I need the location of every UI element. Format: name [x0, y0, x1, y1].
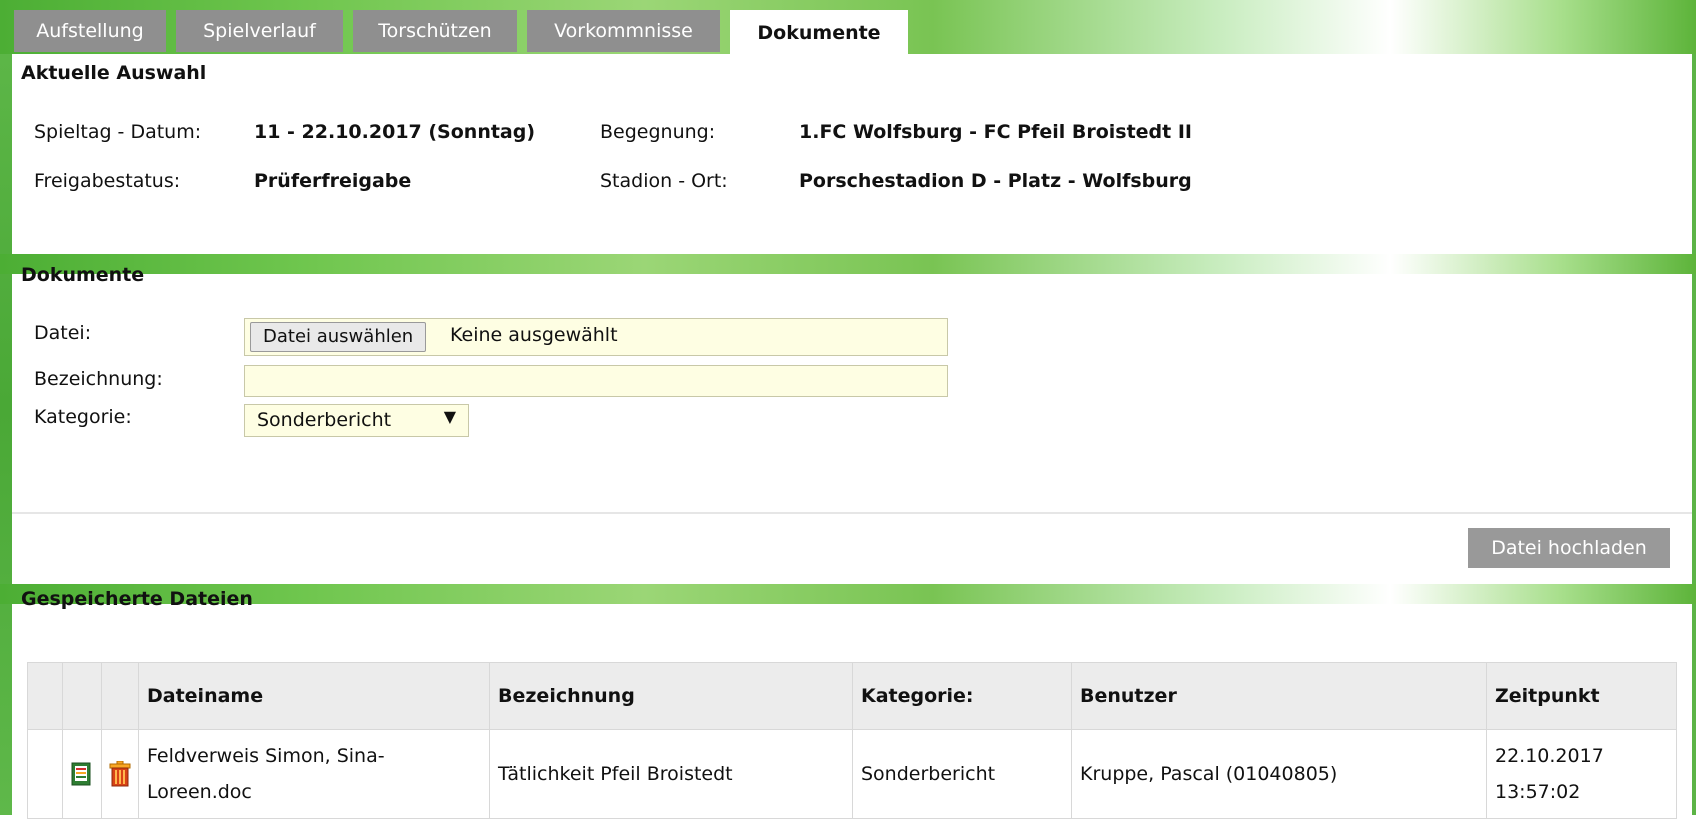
description-cell: Tätlichkeit Pfeil Broistedt — [489, 729, 853, 819]
timestamp-time: 13:57:02 — [1495, 781, 1581, 803]
category-cell: Sonderbericht — [852, 729, 1072, 819]
header-user: Benutzer — [1071, 662, 1487, 730]
documents-title: Dokumente — [21, 264, 145, 286]
header-timestamp: Zeitpunkt — [1486, 662, 1677, 730]
timestamp-cell: 22.10.2017 13:57:02 — [1486, 729, 1677, 819]
saved-files-table: Dateiname Bezeichnung Kategorie: Benutze… — [27, 662, 1677, 819]
view-cell — [62, 729, 102, 819]
saved-files-title: Gespeicherte Dateien — [21, 588, 253, 610]
header-category: Kategorie: — [852, 662, 1072, 730]
delete-cell — [101, 729, 139, 819]
choose-file-button[interactable]: Datei auswählen — [250, 322, 427, 352]
header-empty-2 — [62, 662, 102, 730]
header-empty-3 — [101, 662, 139, 730]
category-select-value: Sonderbericht — [257, 409, 392, 431]
trash-icon[interactable] — [108, 761, 132, 787]
upload-bar: Datei hochladen — [12, 512, 1692, 586]
tab-spielverlauf[interactable]: Spielverlauf — [176, 10, 343, 52]
upload-file-button[interactable]: Datei hochladen — [1468, 528, 1670, 568]
filename-line-2: Loreen.doc — [147, 781, 252, 803]
fixture-label: Begegnung: — [600, 121, 716, 143]
chevron-down-icon: ▼ — [443, 407, 456, 426]
tab-vorkommnisse[interactable]: Vorkommnisse — [527, 10, 720, 52]
row-empty-cell — [27, 729, 63, 819]
filename-line-1: Feldverweis Simon, Sina- — [147, 745, 385, 767]
table-row: Feldverweis Simon, Sina- Loreen.doc Tätl… — [27, 729, 1677, 819]
tab-dokumente[interactable]: Dokumente — [730, 10, 908, 54]
user-cell: Kruppe, Pascal (01040805) — [1071, 729, 1487, 819]
file-input[interactable]: Datei auswählen Keine ausgewählt — [244, 318, 948, 356]
name-input[interactable] — [244, 365, 948, 397]
section-divider — [0, 254, 1696, 274]
venue-value: Porschestadion D - Platz - Wolfsburg — [799, 170, 1192, 192]
header-description: Bezeichnung — [489, 662, 853, 730]
tab-bar: Aufstellung Spielverlauf Torschützen Vor… — [0, 0, 1696, 54]
saved-files-panel: Gespeicherte Dateien Dateiname Bezeichnu… — [12, 588, 1692, 819]
category-select[interactable]: Sonderbericht ▼ — [244, 404, 469, 437]
table-header-row: Dateiname Bezeichnung Kategorie: Benutze… — [27, 662, 1677, 730]
filename-cell: Feldverweis Simon, Sina- Loreen.doc — [138, 729, 490, 819]
timestamp-date: 22.10.2017 — [1495, 745, 1604, 767]
matchday-value: 11 - 22.10.2017 (Sonntag) — [254, 121, 536, 143]
tab-aufstellung[interactable]: Aufstellung — [14, 10, 166, 52]
document-view-icon[interactable] — [70, 762, 94, 786]
name-label: Bezeichnung: — [34, 368, 163, 390]
fixture-value: 1.FC Wolfsburg - FC Pfeil Broistedt II — [799, 121, 1192, 143]
venue-label: Stadion - Ort: — [600, 170, 728, 192]
section-divider-2 — [0, 584, 1696, 604]
current-selection-panel: Aktuelle Auswahl Spieltag - Datum: 11 - … — [12, 54, 1692, 254]
documents-panel: Dokumente Datei: Datei auswählen Keine a… — [12, 264, 1692, 510]
category-label: Kategorie: — [34, 406, 132, 428]
left-border — [0, 0, 12, 815]
header-filename: Dateiname — [138, 662, 490, 730]
status-label: Freigabestatus: — [34, 170, 181, 192]
file-label: Datei: — [34, 322, 92, 344]
right-border — [1692, 0, 1696, 815]
tab-torschuetzen[interactable]: Torschützen — [353, 10, 517, 52]
status-value: Prüferfreigabe — [254, 170, 412, 192]
matchday-label: Spieltag - Datum: — [34, 121, 202, 143]
file-status-text: Keine ausgewählt — [450, 324, 618, 346]
header-empty-1 — [27, 662, 63, 730]
page: Aufstellung Spielverlauf Torschützen Vor… — [0, 0, 1696, 819]
current-selection-title: Aktuelle Auswahl — [21, 62, 207, 84]
